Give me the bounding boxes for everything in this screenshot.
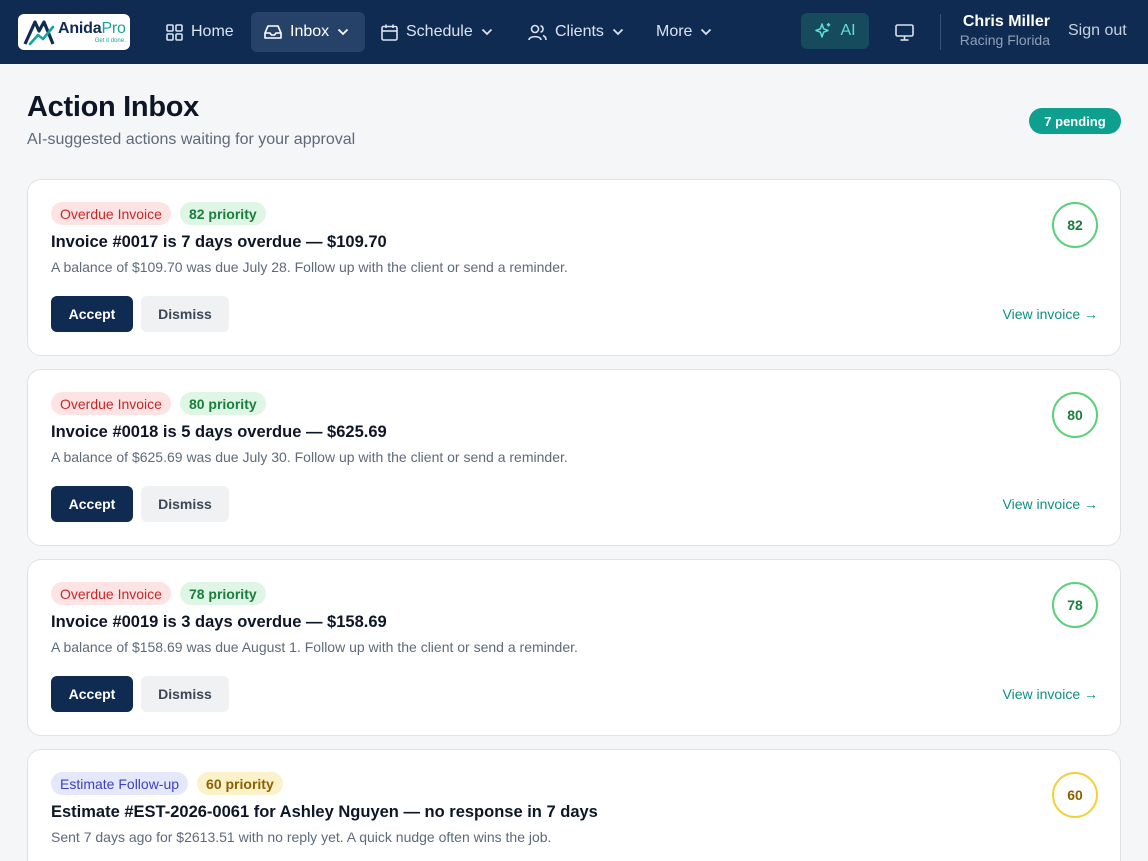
logo-tagline: Get it done. — [94, 37, 126, 44]
priority-badge: 78 priority — [179, 582, 266, 605]
accept-button[interactable]: Accept — [51, 676, 133, 712]
sparkle-icon — [815, 23, 831, 38]
inbox-icon — [264, 25, 282, 39]
monitor-icon — [894, 23, 914, 41]
nav-clients-label: Clients — [555, 23, 604, 40]
brand-logo[interactable]: AnidaPro Get it done. — [18, 14, 130, 50]
users-icon — [528, 24, 547, 40]
action-title: Estimate #EST-2026-0061 for Ashley Nguye… — [51, 803, 598, 821]
nav-schedule-label: Schedule — [406, 23, 473, 40]
page-subtitle: AI-suggested actions waiting for your ap… — [27, 131, 356, 148]
chevron-down-icon — [481, 28, 492, 36]
priority-badge: 60 priority — [197, 772, 283, 795]
action-title: Invoice #0017 is 7 days overdue — $109.7… — [51, 233, 387, 251]
priority-score-ring: 60 — [1052, 772, 1098, 818]
action-title: Invoice #0019 is 3 days overdue — $158.6… — [51, 613, 387, 631]
nav-inbox[interactable]: Inbox — [251, 12, 365, 52]
nav-more-label: More — [656, 23, 693, 40]
dismiss-button[interactable]: Dismiss — [141, 486, 229, 522]
user-organization: Racing Florida — [959, 32, 1050, 48]
ai-button-label: AI — [840, 22, 856, 39]
nav-home[interactable]: Home — [153, 12, 247, 52]
logo-name-main: Anida — [58, 19, 102, 37]
priority-score-ring: 82 — [1052, 202, 1098, 248]
action-type-badge: Estimate Follow-up — [51, 772, 189, 795]
nav-divider — [940, 14, 941, 50]
pending-count-badge: 7 pending — [1029, 108, 1121, 134]
chevron-down-icon — [338, 28, 349, 36]
accept-button[interactable]: Accept — [51, 296, 133, 332]
nav-clients[interactable]: Clients — [515, 12, 637, 52]
nav-more[interactable]: More — [643, 12, 725, 52]
view-invoice-link[interactable]: View invoice → — [1003, 306, 1098, 322]
chevron-down-icon — [701, 28, 712, 36]
calendar-icon — [381, 24, 398, 41]
action-card: Overdue Invoice 80 priority Invoice #001… — [27, 369, 1121, 546]
priority-score-ring: 80 — [1052, 392, 1098, 438]
action-type-badge: Overdue Invoice — [51, 202, 171, 225]
chevron-down-icon — [612, 28, 624, 36]
card-badges: Overdue Invoice 82 priority — [51, 202, 266, 225]
action-card: Estimate Follow-up 60 priority Estimate … — [27, 749, 1121, 861]
action-type-badge: Overdue Invoice — [51, 392, 171, 415]
page-title: Action Inbox — [27, 91, 200, 123]
action-description: A balance of $625.69 was due July 30. Fo… — [51, 449, 568, 465]
priority-badge: 80 priority — [179, 392, 266, 415]
view-invoice-link[interactable]: View invoice → — [1003, 686, 1098, 702]
card-badges: Overdue Invoice 78 priority — [51, 582, 266, 605]
display-mode-button[interactable] — [889, 18, 919, 46]
sign-out-link[interactable]: Sign out — [1068, 22, 1127, 40]
nav-inbox-label: Inbox — [290, 23, 330, 40]
action-title: Invoice #0018 is 5 days overdue — $625.6… — [51, 423, 387, 441]
view-invoice-link[interactable]: View invoice → — [1003, 496, 1098, 512]
nav-home-label: Home — [191, 23, 234, 40]
top-navigation-bar: AnidaPro Get it done. Home Inbox Schedul… — [0, 0, 1148, 64]
action-description: A balance of $109.70 was due July 28. Fo… — [51, 259, 568, 275]
card-badges: Estimate Follow-up 60 priority — [51, 772, 283, 795]
priority-score-ring: 78 — [1052, 582, 1098, 628]
logo-name-suffix: Pro — [101, 19, 126, 37]
logo-name: AnidaPro — [58, 19, 126, 37]
card-badges: Overdue Invoice 80 priority — [51, 392, 266, 415]
user-profile[interactable]: Chris Miller Racing Florida — [960, 12, 1050, 49]
action-description: Sent 7 days ago for $2613.51 with no rep… — [51, 829, 552, 845]
logo-text: AnidaPro Get it done. — [58, 19, 126, 44]
action-type-badge: Overdue Invoice — [51, 582, 171, 605]
action-card: Overdue Invoice 82 priority Invoice #001… — [27, 179, 1121, 356]
nav-schedule[interactable]: Schedule — [368, 12, 506, 52]
user-name: Chris Miller — [962, 13, 1050, 30]
dismiss-button[interactable]: Dismiss — [141, 296, 229, 332]
action-description: A balance of $158.69 was due August 1. F… — [51, 639, 578, 655]
logo-mark-icon — [23, 20, 55, 46]
grid-icon — [166, 23, 183, 41]
accept-button[interactable]: Accept — [51, 486, 133, 522]
dismiss-button[interactable]: Dismiss — [141, 676, 229, 712]
ai-assistant-button[interactable]: AI — [801, 13, 869, 49]
action-card: Overdue Invoice 78 priority Invoice #001… — [27, 559, 1121, 736]
priority-badge: 82 priority — [179, 202, 266, 225]
